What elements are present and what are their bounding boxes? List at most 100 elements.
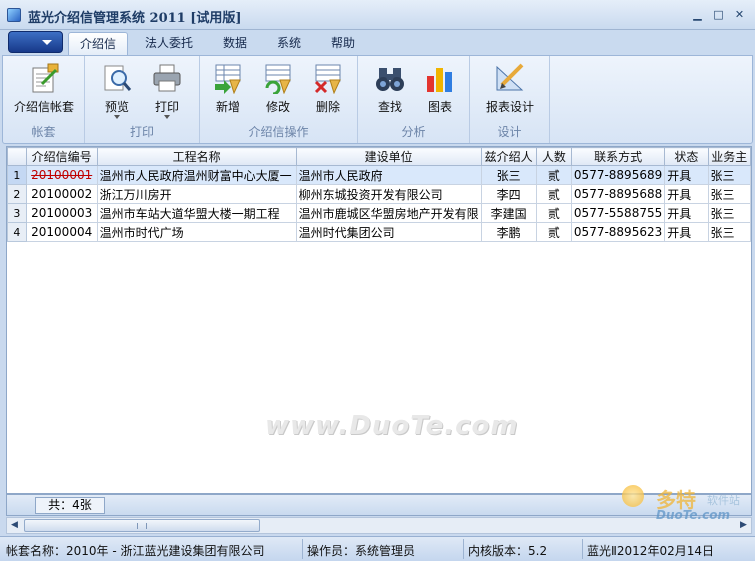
status-divider — [463, 539, 464, 559]
watermark-text: www.DuoTe.com — [265, 411, 519, 441]
owner-cell[interactable]: 张三 — [707, 203, 751, 223]
table-row[interactable]: 3 20100003 温州市车站大道华盟大楼一期工程 温州市鹿城区华盟房地产开发… — [7, 203, 751, 223]
row-number-header — [7, 147, 27, 166]
table-row[interactable]: 2 20100002 浙江万川房开 柳州东城投资开发有限公司 李四 贰 0577… — [7, 184, 751, 204]
phone-cell[interactable]: 0577-8895623 — [570, 222, 666, 242]
group-letter-ops: 新增 修改 删除 介绍信操作 — [200, 56, 358, 143]
chart-button[interactable]: 图表 — [414, 60, 466, 122]
print-dropdown-icon[interactable] — [164, 115, 170, 119]
account-letter-button[interactable]: 介绍信帐套 — [14, 60, 74, 122]
grip-icon — [137, 523, 147, 529]
table-row[interactable]: 4 20100004 温州市时代广场 温州时代集团公司 李鹏 贰 0577-88… — [7, 222, 751, 242]
tab-letter[interactable]: 介绍信 — [68, 32, 128, 55]
status-cell[interactable]: 开具 — [664, 184, 709, 204]
status-account: 帐套名称：2010年 - 浙江蓝光建设集团有限公司 — [6, 544, 265, 558]
column-header[interactable]: 兹介绍人 — [480, 147, 537, 166]
count-cell[interactable]: 贰 — [535, 203, 572, 223]
add-record-icon — [215, 64, 241, 94]
status-kernel: 内核版本：5.2 — [468, 544, 548, 558]
phone-cell[interactable]: 0577-8895689 — [570, 165, 666, 185]
count-cell[interactable]: 贰 — [535, 222, 572, 242]
person-cell[interactable]: 李建国 — [480, 203, 537, 223]
project-cell[interactable]: 浙江万川房开 — [96, 184, 297, 204]
ribbon-tab-row: 介绍信 法人委托 数据 系统 帮助 — [0, 30, 755, 55]
letter-id-cell[interactable]: 20100004 — [25, 222, 98, 242]
unit-cell[interactable]: 温州市鹿城区华盟房地产开发有限 — [295, 203, 482, 223]
title-bar: 蓝光介绍信管理系统 2011 [试用版] ▁ □ ✕ — [0, 0, 755, 30]
column-header[interactable]: 人数 — [535, 147, 572, 166]
chevron-down-icon — [42, 40, 52, 45]
account-letter-label: 介绍信帐套 — [13, 100, 74, 114]
group-design: 报表设计 设计 — [470, 56, 550, 143]
delete-record-icon — [314, 64, 341, 94]
tab-help[interactable]: 帮助 — [320, 32, 366, 55]
column-header[interactable]: 工程名称 — [96, 147, 297, 166]
status-cell[interactable]: 开具 — [664, 165, 709, 185]
letter-id-cell[interactable]: 20100003 — [25, 203, 98, 223]
magnifier-document-icon — [104, 65, 132, 91]
group-label-analysis: 分析 — [401, 125, 426, 139]
preview-dropdown-icon[interactable] — [114, 115, 120, 119]
print-label: 打印 — [154, 100, 179, 114]
status-bar: 帐套名称：2010年 - 浙江蓝光建设集团有限公司 操作员：系统管理员 内核版本… — [0, 536, 755, 561]
tab-power-of-attorney[interactable]: 法人委托 — [136, 32, 202, 55]
owner-cell[interactable]: 张三 — [707, 222, 751, 242]
table-row[interactable]: 1 20100001 温州市人民政府温州财富中心大厦一 温州市人民政府 张三 贰… — [7, 165, 751, 185]
project-cell[interactable]: 温州市时代广场 — [96, 222, 297, 242]
row-number: 2 — [7, 184, 27, 204]
phone-cell[interactable]: 0577-8895688 — [570, 184, 666, 204]
unit-cell[interactable]: 温州时代集团公司 — [295, 222, 482, 242]
close-icon[interactable]: ✕ — [732, 7, 747, 22]
letter-id-cell[interactable]: 20100001 — [25, 165, 98, 185]
column-header[interactable]: 状态 — [664, 147, 709, 166]
group-label-letter-ops: 介绍信操作 — [248, 125, 309, 139]
owner-cell[interactable]: 张三 — [707, 184, 751, 204]
minimize-icon[interactable]: ▁ — [690, 7, 705, 22]
person-cell[interactable]: 李鹏 — [480, 222, 537, 242]
owner-cell[interactable]: 张三 — [707, 165, 751, 185]
logo-domain: DuoTe.com — [656, 508, 730, 522]
project-cell[interactable]: 温州市人民政府温州财富中心大厦一 — [96, 165, 297, 185]
letter-id-cell[interactable]: 20100002 — [25, 184, 98, 204]
row-number: 3 — [7, 203, 27, 223]
scroll-left-icon[interactable]: ◀ — [7, 518, 22, 533]
group-label-print: 打印 — [129, 125, 154, 139]
status-divider — [582, 539, 583, 559]
column-header[interactable]: 建设单位 — [295, 147, 482, 166]
bar-chart-icon — [427, 68, 452, 92]
phone-cell[interactable]: 0577-5588755 — [570, 203, 666, 223]
letter-grid[interactable]: 介绍信编号 工程名称 建设单位 兹介绍人 人数 联系方式 状态 业务主 1 20… — [6, 146, 752, 494]
column-header[interactable]: 介绍信编号 — [25, 147, 98, 166]
report-design-button[interactable]: 报表设计 — [484, 60, 536, 122]
status-cell[interactable]: 开具 — [664, 222, 709, 242]
person-cell[interactable]: 张三 — [480, 165, 537, 185]
print-button[interactable]: 打印 — [141, 60, 193, 122]
unit-cell[interactable]: 柳州东城投资开发有限公司 — [295, 184, 482, 204]
tab-system[interactable]: 系统 — [266, 32, 312, 55]
person-cell[interactable]: 李四 — [480, 184, 537, 204]
app-menu-button[interactable] — [8, 31, 63, 53]
app-icon[interactable] — [7, 8, 21, 22]
report-design-label: 报表设计 — [485, 100, 534, 114]
record-count: 共：4张 — [35, 497, 105, 514]
printer-icon — [153, 64, 181, 92]
delete-label: 删除 — [315, 100, 340, 114]
maximize-icon[interactable]: □ — [711, 7, 726, 22]
project-cell[interactable]: 温州市车站大道华盟大楼一期工程 — [96, 203, 297, 223]
chart-label: 图表 — [427, 100, 452, 114]
group-account: 介绍信帐套 帐套 — [3, 56, 85, 143]
row-number: 1 — [7, 165, 27, 185]
unit-cell[interactable]: 温州市人民政府 — [295, 165, 482, 185]
document-pencil-icon — [32, 63, 59, 93]
column-header[interactable]: 业务主 — [707, 147, 751, 166]
mascot-icon — [622, 485, 644, 507]
tab-data[interactable]: 数据 — [212, 32, 258, 55]
delete-button[interactable]: 删除 — [302, 60, 354, 122]
ruler-pencil-icon — [496, 63, 524, 91]
status-cell[interactable]: 开具 — [664, 203, 709, 223]
count-cell[interactable]: 贰 — [535, 165, 572, 185]
count-cell[interactable]: 贰 — [535, 184, 572, 204]
scroll-thumb[interactable] — [24, 519, 260, 532]
status-operator: 操作员：系统管理员 — [307, 544, 416, 558]
column-header[interactable]: 联系方式 — [570, 147, 666, 166]
